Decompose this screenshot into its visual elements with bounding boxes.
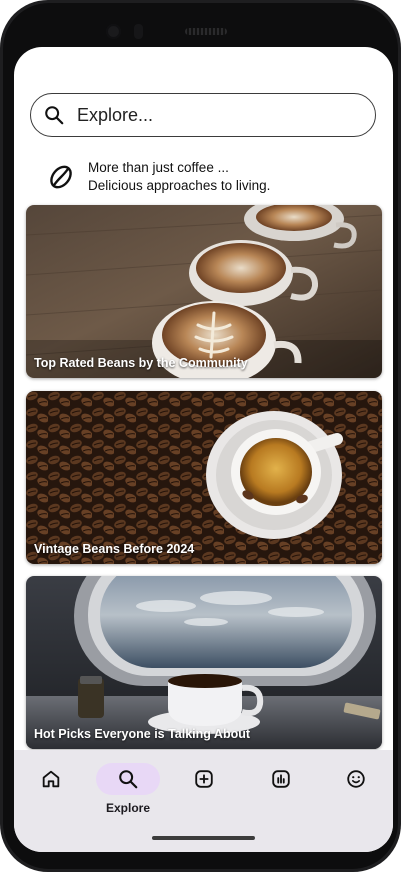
card-vintage-beans[interactable]: Vintage Beans Before 2024 bbox=[26, 391, 382, 564]
nav-profile[interactable] bbox=[324, 763, 388, 823]
airplane-coffee-image bbox=[26, 576, 382, 749]
coffee-beans-image bbox=[26, 391, 382, 564]
search-icon bbox=[45, 106, 64, 125]
front-camera bbox=[106, 24, 121, 39]
search-icon bbox=[119, 770, 138, 789]
add-box-icon bbox=[195, 770, 213, 788]
latte-art-image bbox=[26, 205, 382, 378]
search-bar[interactable] bbox=[30, 93, 376, 137]
search-input[interactable] bbox=[75, 103, 339, 127]
card-hot-picks[interactable]: Hot Picks Everyone is Talking About bbox=[26, 576, 382, 749]
tagline: More than just coffee ... Delicious appr… bbox=[48, 159, 270, 195]
earpiece-speaker bbox=[185, 28, 227, 35]
tagline-line2: Delicious approaches to living. bbox=[88, 178, 271, 193]
bottom-nav: Explore bbox=[14, 750, 393, 852]
tagline-line1: More than just coffee ... bbox=[88, 160, 229, 175]
sensor bbox=[134, 24, 143, 39]
gesture-bar[interactable] bbox=[152, 836, 255, 840]
nav-stats[interactable] bbox=[249, 763, 313, 823]
card-top-rated[interactable]: Top Rated Beans by the Community bbox=[26, 205, 382, 378]
coffee-bean-icon bbox=[50, 165, 72, 189]
app-screen: More than just coffee ... Delicious appr… bbox=[14, 47, 393, 852]
card-label: Vintage Beans Before 2024 bbox=[34, 542, 195, 556]
smiley-icon bbox=[347, 770, 365, 788]
card-label: Hot Picks Everyone is Talking About bbox=[34, 727, 251, 741]
nav-add[interactable] bbox=[172, 763, 236, 823]
nav-explore-label: Explore bbox=[105, 801, 150, 815]
bar-chart-icon bbox=[272, 770, 290, 788]
home-icon bbox=[42, 770, 60, 788]
nav-explore[interactable]: Explore bbox=[96, 763, 160, 823]
phone-frame: More than just coffee ... Delicious appr… bbox=[0, 0, 401, 872]
nav-home[interactable] bbox=[19, 763, 83, 823]
card-label: Top Rated Beans by the Community bbox=[34, 356, 248, 370]
